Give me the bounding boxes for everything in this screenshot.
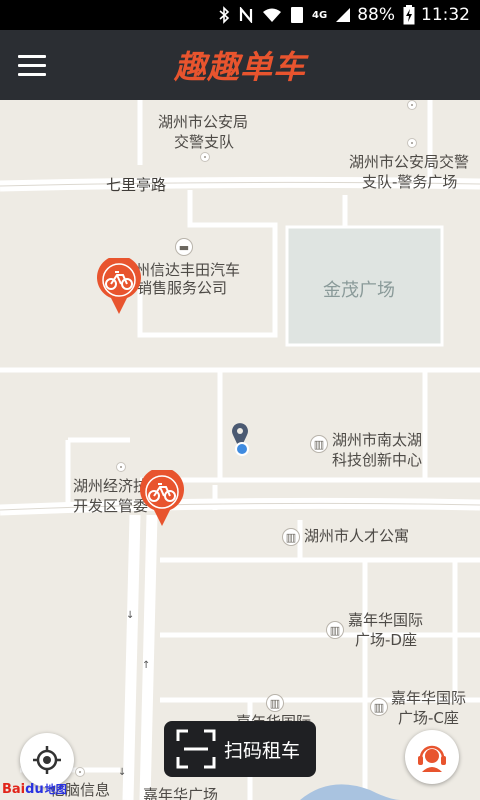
- poi-police-right-line1: 湖州市公安局交警: [349, 153, 470, 171]
- status-bar: 4G 88% 11:32: [0, 0, 480, 30]
- customer-service-icon: [418, 745, 446, 772]
- crosshair-locate-icon: [33, 746, 61, 774]
- poi-police-top-line1: 湖州市公安局: [158, 113, 249, 131]
- scan-rent-label: 扫码租车: [224, 739, 301, 762]
- network-type-label: 4G: [312, 9, 328, 21]
- plaza-label: 金茂广场: [323, 280, 395, 301]
- battery-percent: 88%: [357, 5, 395, 25]
- wifi-icon: [262, 5, 282, 25]
- nfc-icon: [238, 5, 254, 25]
- office-building-icon[interactable]: ▥: [326, 621, 344, 639]
- svg-text:↑: ↑: [142, 660, 150, 671]
- signal-strength-icon: [335, 5, 351, 25]
- poi-south-lake-line1: 湖州市南太湖: [332, 431, 423, 449]
- bicycle-pin-icon: [140, 467, 184, 526]
- bike-marker[interactable]: [138, 467, 186, 528]
- car-dealer-icon[interactable]: ▬: [175, 238, 193, 256]
- scan-rent-button[interactable]: 扫码租车: [164, 721, 316, 777]
- customer-service-button[interactable]: [405, 730, 459, 784]
- user-location-marker: [226, 420, 256, 460]
- poi-south-lake-line2: 科技创新中心: [332, 451, 423, 469]
- battery-charging-icon: [403, 5, 415, 25]
- apartment-icon[interactable]: ▥: [282, 528, 300, 546]
- app-bar: 趣趣单车: [0, 30, 480, 100]
- poi-dot-icon[interactable]: [116, 462, 126, 472]
- bike-marker[interactable]: [95, 255, 143, 316]
- svg-text:↓: ↓: [118, 767, 126, 778]
- poi-toyota-line2: 销售服务公司: [137, 279, 228, 297]
- office-building-icon[interactable]: ▥: [310, 435, 328, 453]
- poi-carnival-c-line2: 广场-C座: [398, 709, 459, 727]
- poi-police-right-line2: 支队-警务广场: [362, 173, 458, 191]
- sim-card-icon: [290, 5, 304, 25]
- poi-dot-icon[interactable]: [200, 152, 210, 162]
- poi-carnival-d-line1: 嘉年华国际: [348, 611, 424, 629]
- poi-dot-icon[interactable]: [407, 138, 417, 148]
- map-view[interactable]: ↓ ↑ ↓ 七里亭路 湖州市公安局 交警支队 湖州市公安局交警 支队-警务广场 …: [0, 100, 480, 800]
- office-building-icon[interactable]: ▥: [370, 698, 388, 716]
- bicycle-pin-icon: [97, 255, 141, 314]
- poi-econ-zone-line2: 开发区管委: [73, 497, 149, 515]
- hamburger-menu-icon[interactable]: [14, 50, 50, 80]
- clock: 11:32: [421, 5, 470, 25]
- poi-police-top-line2: 交警支队: [174, 133, 235, 151]
- scan-qr-icon: [176, 729, 216, 769]
- office-building-icon[interactable]: ▥: [266, 694, 284, 712]
- poi-dot-icon[interactable]: [75, 767, 85, 777]
- bluetooth-icon: [218, 5, 230, 25]
- app-title: 趣趣单车: [173, 48, 306, 86]
- poi-dot-icon[interactable]: [407, 100, 417, 110]
- road-label-qililing: 七里亭路: [106, 176, 167, 194]
- svg-text:↓: ↓: [126, 610, 134, 621]
- poi-carnival-c-line1: 嘉年华国际: [391, 689, 467, 707]
- poi-talent-label: 湖州市人才公寓: [304, 527, 410, 545]
- poi-carnival-bottom-label: 嘉年华广场: [143, 786, 219, 800]
- baidu-map-logo: Bai du 地图: [2, 781, 67, 797]
- poi-carnival-d-line2: 广场-D座: [355, 631, 417, 649]
- poi-econ-zone-line1: 湖州经济技: [73, 477, 149, 495]
